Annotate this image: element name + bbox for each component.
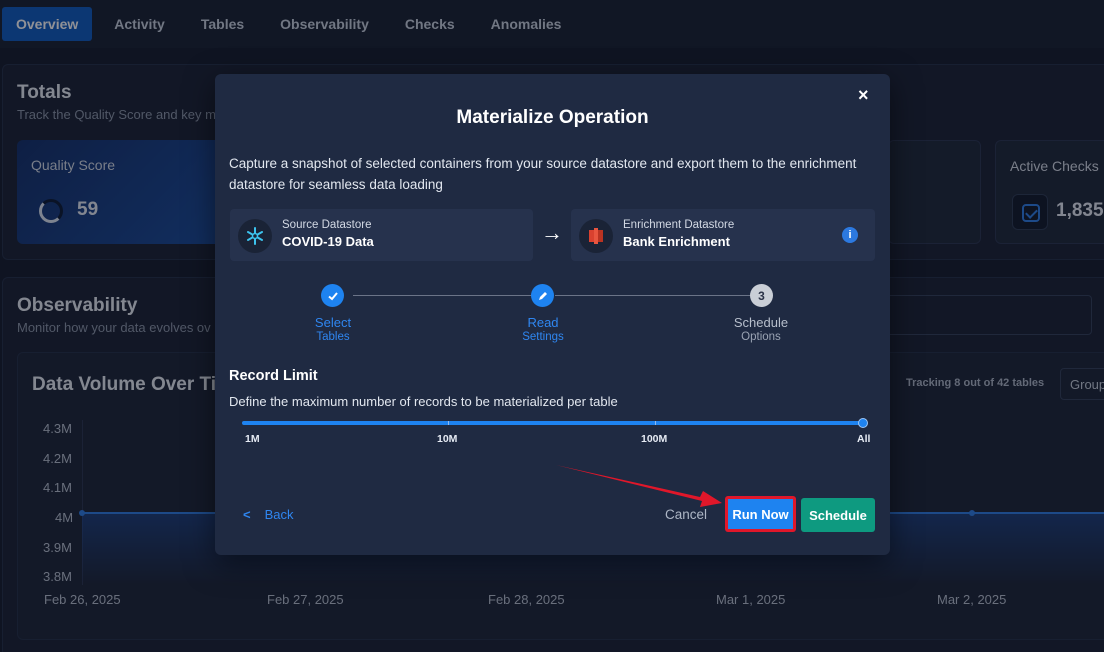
step-1-subtitle: Tables xyxy=(316,331,350,343)
source-datastore-name: COVID-19 Data xyxy=(282,234,374,249)
snowflake-icon xyxy=(238,219,272,253)
cancel-button[interactable]: Cancel xyxy=(665,507,707,522)
slider-label-1m: 1M xyxy=(245,433,260,445)
enrichment-datastore-card: Enrichment Datastore Bank Enrichment xyxy=(571,209,875,261)
back-button[interactable]: < Back xyxy=(243,507,294,522)
modal-title: Materialize Operation xyxy=(456,107,649,128)
back-label: Back xyxy=(264,507,294,522)
slider-tick xyxy=(655,421,656,425)
arrow-right-icon: → xyxy=(541,220,563,245)
stepper-connector xyxy=(353,295,532,296)
record-limit-title: Record Limit xyxy=(229,368,318,384)
source-datastore-card: Source Datastore COVID-19 Data xyxy=(230,209,533,261)
record-limit-slider[interactable] xyxy=(242,421,864,425)
step-3-number: 3 xyxy=(750,284,773,307)
close-icon[interactable]: × xyxy=(858,85,869,106)
step-2-title[interactable]: Read xyxy=(483,315,603,330)
chevron-left-icon: < xyxy=(243,507,251,522)
materialize-operation-modal: Materialize Operation × Capture a snapsh… xyxy=(215,74,890,555)
aws-redshift-icon xyxy=(579,219,613,253)
slider-label-10m: 10M xyxy=(437,433,458,445)
run-now-button[interactable]: Run Now xyxy=(726,497,795,531)
pencil-icon xyxy=(531,284,554,307)
check-icon xyxy=(321,284,344,307)
info-icon[interactable]: i xyxy=(842,227,858,243)
slider-label-100m: 100M xyxy=(641,433,668,445)
enrichment-datastore-label: Enrichment Datastore xyxy=(623,219,735,231)
step-2-subtitle: Settings xyxy=(522,331,564,343)
slider-tick xyxy=(448,421,449,425)
modal-description: Capture a snapshot of selected container… xyxy=(229,156,857,192)
step-1-title[interactable]: Select xyxy=(273,315,393,330)
slider-thumb[interactable] xyxy=(858,418,868,428)
step-3-subtitle: Options xyxy=(741,331,781,343)
record-limit-description: Define the maximum number of records to … xyxy=(229,394,618,409)
enrichment-datastore-name: Bank Enrichment xyxy=(623,234,730,249)
source-datastore-label: Source Datastore xyxy=(282,219,372,231)
slider-label-all: All xyxy=(857,433,871,445)
schedule-button[interactable]: Schedule xyxy=(801,498,875,532)
stepper-connector xyxy=(555,295,751,296)
step-3-title[interactable]: Schedule xyxy=(701,315,821,330)
